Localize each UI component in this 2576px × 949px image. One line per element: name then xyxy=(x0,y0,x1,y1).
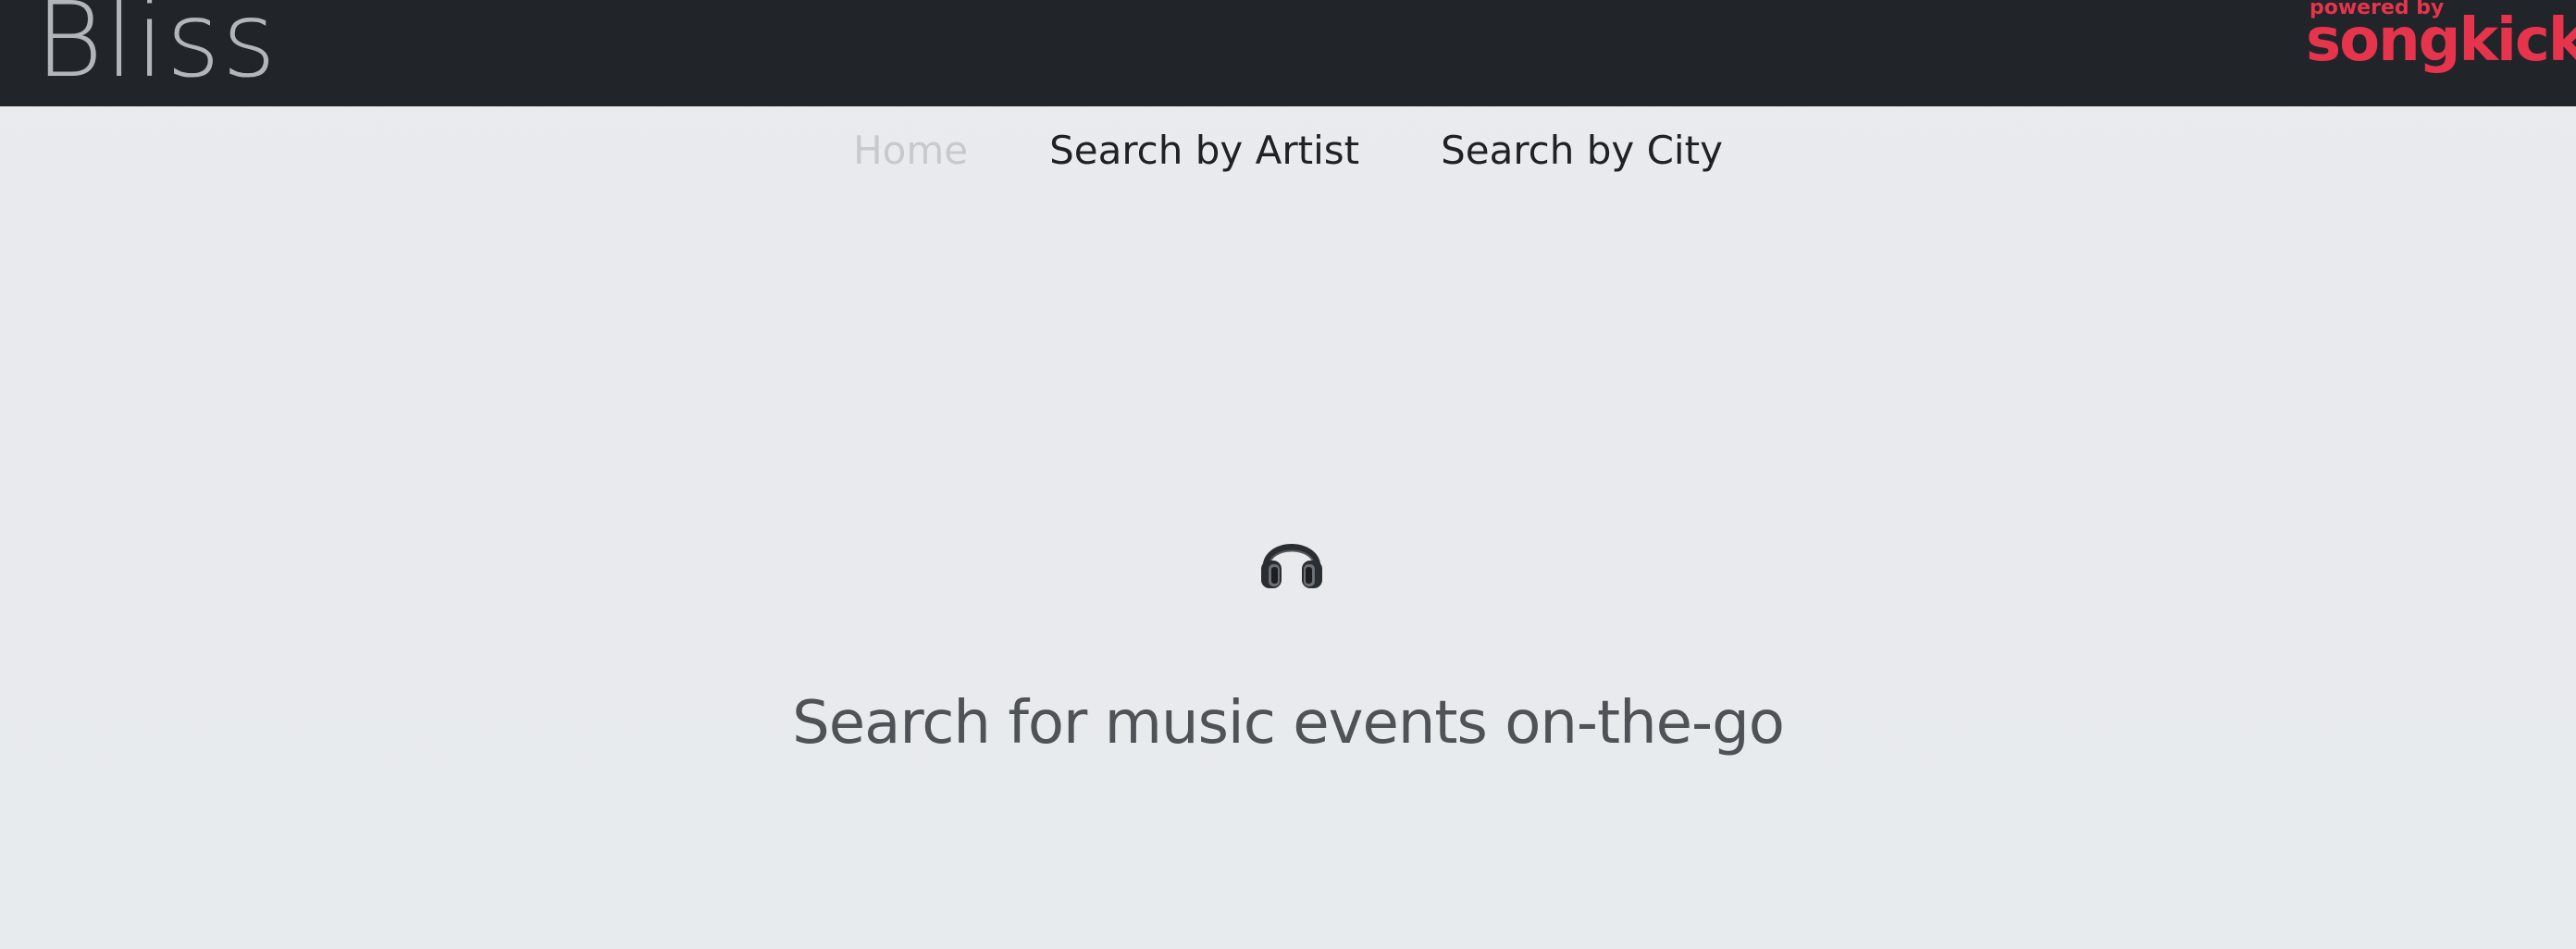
songkick-wordmark: songkick xyxy=(2306,6,2576,75)
songkick-logo[interactable]: powered by songkick xyxy=(2306,0,2576,83)
brand-logo[interactable]: Bliss xyxy=(35,0,278,92)
hero-tagline: Search for music events on-the-go xyxy=(792,689,1785,758)
nav-search-by-city-link[interactable]: Search by City xyxy=(1441,131,1723,170)
top-navbar: Bliss powered by songkick xyxy=(0,0,2576,106)
headphones-icon xyxy=(1258,527,1325,590)
nav-search-by-artist-link[interactable]: Search by Artist xyxy=(1049,131,1359,170)
nav-home-link[interactable]: Home xyxy=(853,131,968,170)
main-nav: Home Search by Artist Search by City xyxy=(0,123,2576,179)
